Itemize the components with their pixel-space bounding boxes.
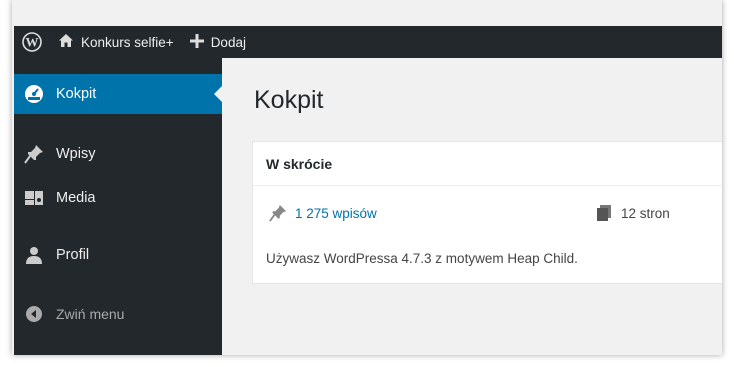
at-a-glance-widget: W skrócie 1 275 wpisów 12 stron Używasz … <box>252 141 722 284</box>
collapse-menu-button[interactable]: Zwiń menu <box>14 294 222 334</box>
pin-icon <box>269 204 287 222</box>
widget-title-label: W skrócie <box>266 155 333 172</box>
sidebar-item-label: Wpisy <box>56 146 96 162</box>
current-indicator <box>214 86 222 102</box>
collapse-menu-label: Zwiń menu <box>56 306 125 322</box>
pages-count-label: 12 stron <box>621 205 670 221</box>
pages-count-link[interactable]: 12 stron <box>595 204 670 222</box>
sidebar-item-label: Profil <box>56 247 90 263</box>
version-info: Używasz WordPressa 4.7.3 z motywem Heap … <box>266 251 578 266</box>
plus-icon <box>189 33 204 51</box>
sidebar-item-profile[interactable]: Profil <box>14 235 222 275</box>
pages-icon <box>595 204 613 222</box>
add-new-label: Dodaj <box>210 34 246 50</box>
posts-count-label: 1 275 wpisów <box>295 205 377 221</box>
sidebar-item-posts[interactable]: Wpisy <box>14 134 222 174</box>
sidebar-item-label: Kokpit <box>56 86 97 102</box>
admin-sidebar: Kokpit Wpisy Media Profil Zwiń menu <box>14 58 222 355</box>
widget-title[interactable]: W skrócie <box>253 142 722 186</box>
home-icon <box>58 33 74 51</box>
page-title: Kokpit <box>254 86 324 114</box>
add-new-button[interactable]: Dodaj <box>189 26 246 58</box>
svg-text:W: W <box>26 35 39 50</box>
sidebar-item-label: Media <box>56 190 96 206</box>
pin-icon <box>16 144 52 164</box>
wordpress-logo-icon[interactable]: W <box>14 26 50 58</box>
posts-count-link[interactable]: 1 275 wpisów <box>269 204 377 222</box>
admin-bar: W Konkurs selfie+ Dodaj <box>14 26 722 58</box>
collapse-arrow-icon <box>16 305 52 323</box>
site-name-link[interactable]: Konkurs selfie+ <box>50 26 174 58</box>
sidebar-item-media[interactable]: Media <box>14 178 222 218</box>
site-name-label: Konkurs selfie+ <box>81 34 174 50</box>
dashboard-icon <box>16 84 52 104</box>
media-icon <box>16 188 52 208</box>
sidebar-item-dashboard[interactable]: Kokpit <box>14 74 222 114</box>
user-icon <box>16 245 52 265</box>
